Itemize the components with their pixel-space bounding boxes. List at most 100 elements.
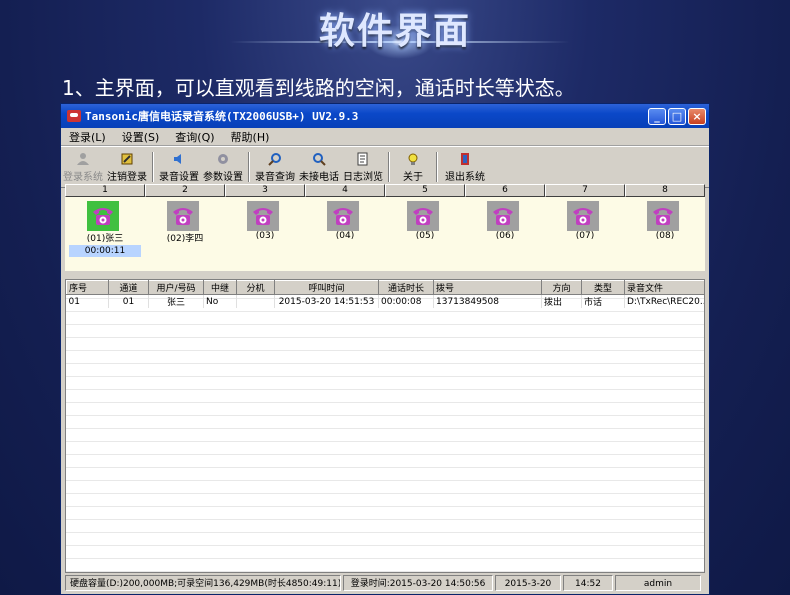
user-icon: [77, 152, 89, 165]
line-name: (01)张三: [86, 234, 124, 244]
log-view-button[interactable]: 日志浏览: [341, 148, 385, 186]
line-name: (08): [655, 231, 675, 241]
line-name: (04): [335, 231, 355, 241]
record-query-label: 录音查询: [255, 171, 295, 183]
column-header[interactable]: 方向: [541, 280, 582, 295]
menu-bar: 登录(L) 设置(S) 查询(Q) 帮助(H): [61, 128, 709, 146]
record-settings-button[interactable]: 录音设置: [157, 148, 201, 186]
login-button[interactable]: 登录系统: [61, 148, 105, 186]
search-icon: [268, 152, 281, 166]
table-cell: 张三: [148, 294, 204, 308]
line-cell[interactable]: (02)李四: [145, 197, 225, 271]
column-header[interactable]: 拨号: [433, 280, 542, 295]
close-button[interactable]: ×: [688, 107, 706, 125]
record-query-button[interactable]: 录音查询: [253, 148, 297, 186]
window-title: Tansonic唐信电话录音系统(TX2006USB+) UV2.9.3: [85, 110, 359, 123]
line-cell[interactable]: (01)张三 00:00:11: [65, 197, 145, 271]
table-cell: [236, 294, 275, 308]
toolbar-separator: [388, 152, 390, 182]
line-header: 5: [385, 184, 465, 197]
table-cell: 拨出: [541, 294, 582, 308]
toolbar-separator: [436, 152, 438, 182]
phone-app-icon: [67, 110, 81, 122]
document-icon: [357, 152, 368, 165]
phone-status: [167, 201, 199, 231]
table-row[interactable]: 01 01 张三 No 2015-03-20 14:51:53 00:00:08 13713…: [66, 294, 704, 308]
line-name: (06): [495, 231, 515, 241]
telephone-icon: [253, 208, 273, 225]
line-cell[interactable]: (05): [385, 197, 465, 271]
line-cell[interactable]: (03): [225, 197, 305, 271]
column-header[interactable]: 录音文件: [624, 280, 704, 295]
table-cell: No: [203, 294, 237, 308]
line-status-panel: 12345678 (01)张三 00:00:11 (02)李四 (03) (04) (05…: [65, 184, 705, 271]
line-header: 7: [545, 184, 625, 197]
menu-help[interactable]: 帮助(H): [223, 129, 278, 145]
table-cell: 市话: [581, 294, 625, 308]
missed-calls-button[interactable]: 未接电话: [297, 148, 341, 186]
speaker-icon: [174, 153, 181, 164]
table-cell: 13713849508: [433, 294, 542, 308]
banner: 软件界面: [0, 0, 790, 62]
line-name: (03): [255, 231, 275, 241]
logout-button[interactable]: 注销登录: [105, 148, 149, 186]
line-header: 8: [625, 184, 705, 197]
missed-calls-label: 未接电话: [299, 171, 339, 183]
exit-button[interactable]: 退出系统: [441, 148, 489, 186]
exit-door-icon: [461, 152, 469, 165]
status-bar: 硬盘容量(D:)200,000MB;可录空间136,429MB(时长4850:4…: [65, 575, 705, 593]
telephone-icon: [653, 208, 673, 225]
telephone-icon: [493, 208, 513, 225]
column-header[interactable]: 类型: [581, 280, 625, 295]
table-cell: 00:00:08: [378, 294, 434, 308]
pencil-icon: [121, 153, 133, 164]
column-header[interactable]: 分机: [236, 280, 275, 295]
line-cell[interactable]: (06): [465, 197, 545, 271]
column-header[interactable]: 序号: [66, 280, 109, 295]
line-name: (07): [575, 231, 595, 241]
user-status: admin: [615, 575, 701, 591]
telephone-icon: [413, 208, 433, 225]
menu-settings[interactable]: 设置(S): [114, 129, 168, 145]
line-cell[interactable]: (08): [625, 197, 705, 271]
line-cell[interactable]: (07): [545, 197, 625, 271]
title-bar[interactable]: Tansonic唐信电话录音系统(TX2006USB+) UV2.9.3 _ □…: [61, 104, 709, 128]
app-window: Tansonic唐信电话录音系统(TX2006USB+) UV2.9.3 _ □…: [60, 103, 710, 595]
column-header[interactable]: 用户/号码: [148, 280, 204, 295]
call-duration: 00:00:11: [69, 245, 141, 257]
maximize-button[interactable]: □: [668, 107, 686, 125]
record-settings-label: 录音设置: [159, 171, 199, 183]
toolbar-separator: [248, 152, 250, 182]
line-header: 4: [305, 184, 385, 197]
magnifier-icon: [313, 152, 326, 166]
line-cell[interactable]: (04): [305, 197, 385, 271]
about-label: 关于: [403, 171, 423, 183]
phone-status: [647, 201, 679, 231]
phone-status: [87, 201, 119, 231]
line-name: (05): [415, 231, 435, 241]
intro-text: 1、主界面，可以直观看到线路的空闲，通话时长等状态。: [62, 76, 575, 100]
about-button[interactable]: 关于: [393, 148, 433, 186]
phone-status: [567, 201, 599, 231]
phone-status: [327, 201, 359, 231]
phone-status: [247, 201, 279, 231]
column-header[interactable]: 通道: [108, 280, 149, 295]
menu-query[interactable]: 查询(Q): [167, 129, 222, 145]
line-header: 3: [225, 184, 305, 197]
column-header[interactable]: 呼叫时间: [274, 280, 379, 295]
column-header[interactable]: 中继: [203, 280, 237, 295]
telephone-icon: [93, 208, 113, 225]
log-view-label: 日志浏览: [343, 171, 383, 183]
call-record-table: 序号 通道 用户/号码 中继 分机 呼叫时间 通话时长 拨号 方向 类型 录音文件 01 01 张三 No…: [65, 279, 705, 573]
menu-login[interactable]: 登录(L): [61, 129, 114, 145]
table-cell: 01: [66, 294, 109, 308]
table-cell: 01: [108, 294, 149, 308]
minimize-button[interactable]: _: [648, 107, 666, 125]
exit-label: 退出系统: [445, 171, 485, 183]
line-header: 6: [465, 184, 545, 197]
table-grid: [66, 280, 704, 572]
gear-icon: [218, 153, 228, 164]
column-header[interactable]: 通话时长: [378, 280, 434, 295]
param-settings-button[interactable]: 参数设置: [201, 148, 245, 186]
telephone-icon: [573, 208, 593, 225]
